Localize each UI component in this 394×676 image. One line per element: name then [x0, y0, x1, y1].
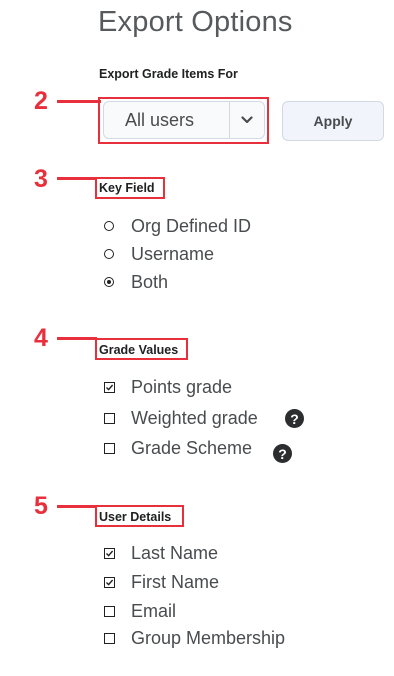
checkbox[interactable] — [104, 632, 115, 644]
checkbox-option-group-membership[interactable]: Group Membership — [104, 627, 285, 649]
radio-label: Org Defined ID — [131, 216, 252, 236]
help-circle-icon[interactable]: ? — [285, 409, 304, 428]
key-field-label: Key Field — [99, 181, 155, 195]
user-details-label: User Details — [99, 510, 172, 524]
radio-button-selected[interactable] — [104, 277, 114, 287]
checkbox[interactable] — [104, 442, 115, 454]
checkmark-icon — [106, 550, 114, 557]
callout-line-3 — [57, 177, 97, 180]
checkbox[interactable] — [104, 605, 115, 617]
export-for-label: Export Grade Items For — [99, 67, 238, 81]
checkbox-checked[interactable] — [104, 547, 115, 559]
callout-line-2 — [57, 100, 101, 103]
callout-number-3: 3 — [34, 165, 48, 193]
callout-number-2: 2 — [34, 87, 48, 115]
checkbox-option-grade-scheme[interactable]: Grade Scheme — [104, 437, 252, 459]
radio-button[interactable] — [104, 221, 114, 231]
checkbox-label: Weighted grade — [131, 408, 258, 428]
checkbox-option-points-grade[interactable]: Points grade — [104, 376, 232, 398]
radio-button[interactable] — [104, 249, 114, 259]
radio-label: Both — [131, 272, 169, 292]
checkbox-label: Group Membership — [131, 628, 286, 648]
apply-button[interactable]: Apply — [282, 101, 384, 141]
checkbox-label: Email — [131, 601, 177, 621]
radio-option-both[interactable]: Both — [104, 271, 168, 293]
help-circle-icon[interactable]: ? — [273, 444, 292, 463]
checkbox-option-first-name[interactable]: First Name — [104, 571, 219, 593]
export-for-selected-value: All users — [125, 109, 195, 130]
callout-line-5 — [57, 505, 97, 508]
grade-values-label: Grade Values — [99, 343, 179, 357]
checkbox-label: Last Name — [131, 543, 219, 563]
callout-line-4 — [57, 337, 97, 340]
callout-number-4: 4 — [34, 324, 48, 352]
checkbox-checked[interactable] — [104, 381, 115, 393]
checkbox-label: First Name — [131, 572, 220, 592]
checkbox-option-weighted-grade[interactable]: Weighted grade — [104, 407, 258, 429]
radio-option-username[interactable]: Username — [104, 243, 214, 265]
checkbox-label: Grade Scheme — [131, 438, 253, 458]
checkbox[interactable] — [104, 412, 115, 424]
export-for-select[interactable]: All users — [103, 101, 265, 139]
checkbox-label: Points grade — [131, 377, 233, 397]
chevron-down-icon — [241, 116, 253, 124]
radio-option-org-defined-id[interactable]: Org Defined ID — [104, 215, 251, 237]
radio-label: Username — [131, 244, 215, 264]
dropdown-toggle[interactable] — [229, 102, 264, 138]
callout-number-5: 5 — [34, 492, 48, 520]
checkmark-icon — [106, 384, 114, 391]
checkmark-icon — [106, 579, 114, 586]
checkbox-option-last-name[interactable]: Last Name — [104, 542, 218, 564]
checkbox-checked[interactable] — [104, 576, 115, 588]
checkbox-option-email[interactable]: Email — [104, 600, 176, 622]
page-title: Export Options — [98, 6, 293, 38]
